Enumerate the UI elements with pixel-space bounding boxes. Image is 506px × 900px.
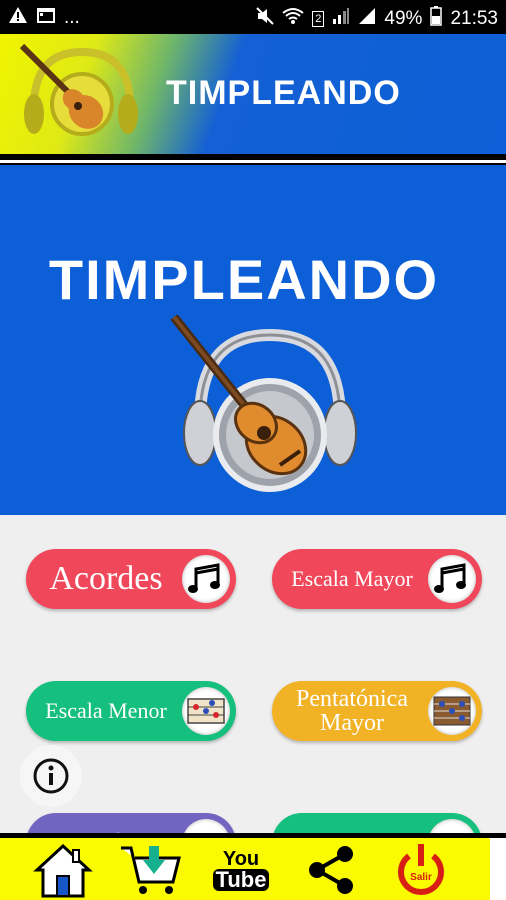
exit-button[interactable]: Salir: [386, 842, 456, 898]
music-notes-icon: [428, 555, 476, 603]
menu-grid: Acordes Escala Mayor Escala Menor Pentat…: [0, 515, 506, 835]
pentatonica-button[interactable]: Pentatónica: [26, 813, 236, 835]
home-button[interactable]: [28, 842, 98, 898]
header-divider: [0, 154, 506, 160]
acordes-label: Acordes: [49, 560, 163, 597]
bottom-nav: You Tube Salir: [0, 838, 490, 900]
mute-icon: [256, 7, 275, 31]
bottom-right-label: [282, 813, 422, 835]
power-icon: [398, 844, 444, 895]
timple-headphones-logo: [12, 42, 142, 142]
youtube-logo-top: You: [222, 848, 260, 870]
escala-menor-label: Escala Menor: [45, 698, 167, 723]
warning-icon: [8, 6, 28, 30]
pentatonica-label: Pentatónica: [36, 813, 176, 835]
acordes-button[interactable]: Acordes: [26, 549, 236, 609]
share-icon: [309, 846, 353, 894]
battery-percent: 49%: [384, 8, 423, 29]
fretboard-icon: [428, 687, 476, 735]
pentatonica-mayor-button[interactable]: Pentatónica Mayor: [272, 681, 482, 741]
hero-title: TIMPLEANDO: [48, 248, 440, 311]
escala-mayor-button[interactable]: Escala Mayor: [272, 549, 482, 609]
escala-menor-button[interactable]: Escala Menor: [26, 681, 236, 741]
wifi-icon: [282, 7, 304, 31]
escala-mayor-label: Escala Mayor: [291, 566, 413, 591]
scale-diagram-icon: [182, 687, 230, 735]
status-overflow-text: ...: [64, 7, 80, 28]
calendar-icon: [36, 6, 56, 30]
sim-icon: 2: [312, 11, 325, 27]
bottom-right-menu-button[interactable]: [272, 813, 482, 835]
timple-headphones-logo-large: [170, 314, 370, 505]
hero-banner: TIMPLEANDO: [0, 165, 506, 515]
info-button[interactable]: [20, 745, 82, 807]
signal-icon: [332, 7, 350, 31]
header-title: TIMPLEANDO: [166, 74, 401, 112]
download-cart-icon: [121, 846, 181, 894]
pentatonica-mayor-label: Pentatónica Mayor: [282, 681, 422, 741]
exit-label: Salir: [410, 872, 432, 883]
music-notes-icon: [182, 555, 230, 603]
youtube-button[interactable]: You Tube: [206, 842, 276, 898]
info-icon: [33, 758, 69, 794]
battery-icon: [430, 6, 443, 32]
clock: 21:53: [450, 8, 498, 29]
status-bar: ... 2 49% 21:53: [0, 0, 506, 34]
pentatonica-mayor-line2: Mayor: [320, 710, 384, 736]
download-cart-button[interactable]: [116, 842, 186, 898]
share-button[interactable]: [296, 842, 366, 898]
pentatonica-mayor-line1: Pentatónica: [296, 686, 408, 712]
youtube-logo-bottom: Tube: [212, 869, 270, 891]
signal-icon-2: [358, 7, 376, 31]
home-icon: [33, 843, 93, 898]
app-header: TIMPLEANDO: [0, 34, 506, 154]
